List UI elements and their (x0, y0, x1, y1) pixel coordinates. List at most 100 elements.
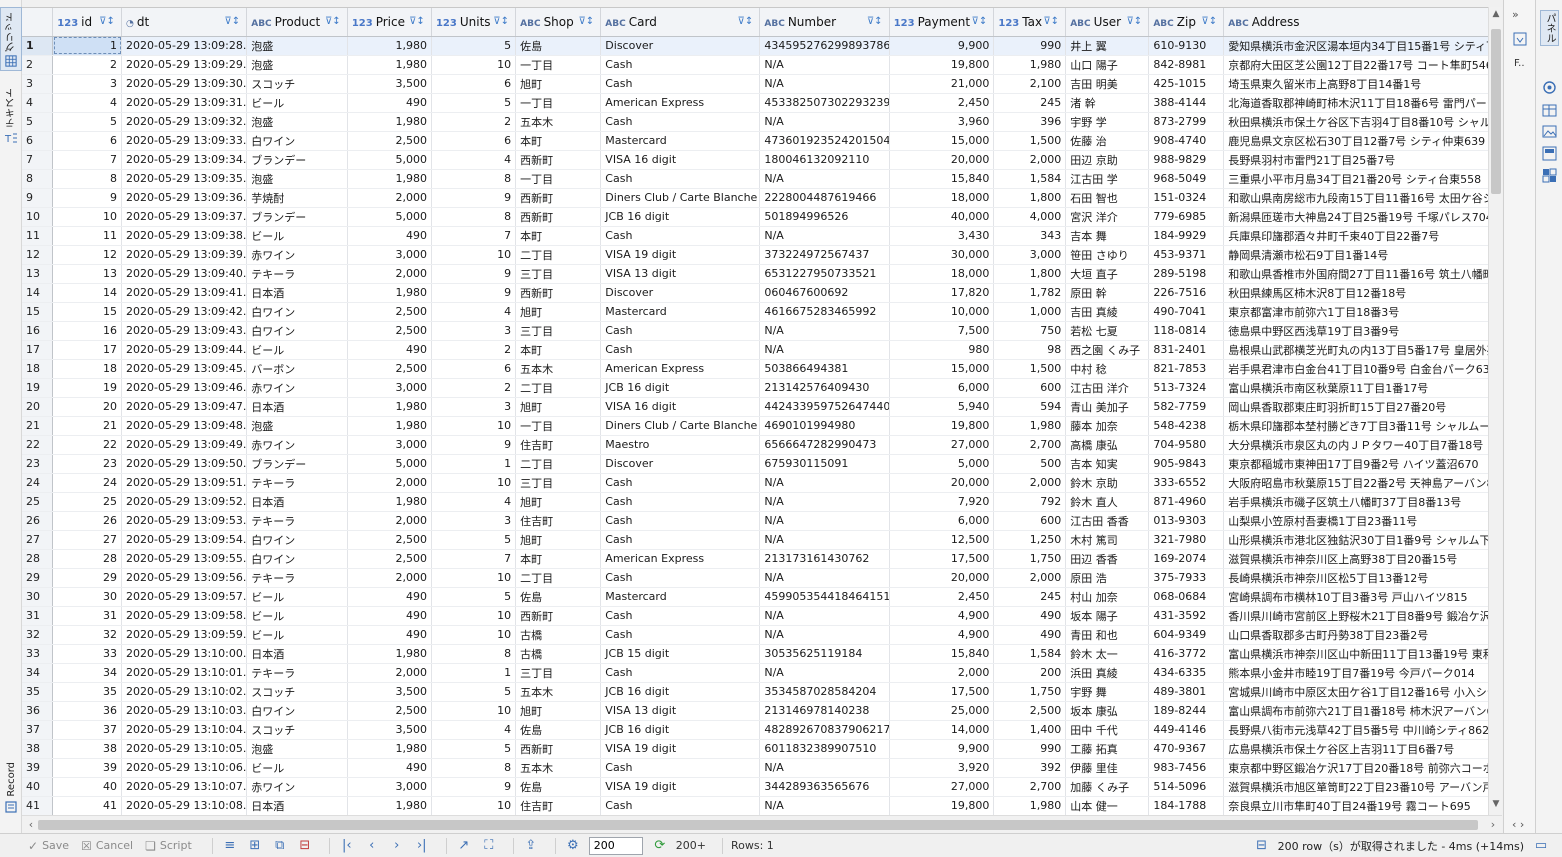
cell-address[interactable]: 徳島県中野区西浅草19丁目3番9号 (1223, 321, 1488, 341)
cell-tax[interactable]: 245 (993, 587, 1067, 607)
cell-product[interactable]: ビール (246, 606, 348, 626)
cell-units[interactable]: 9 (431, 435, 517, 455)
table-row[interactable]: 14 14 2020-05-29 13:09:41.0 日本酒 1,980 9 西新町 Dis… (22, 283, 1488, 303)
column-filter-sort-icon[interactable]: ⊽↕ (864, 14, 886, 30)
cell-shop[interactable]: 五本木 (515, 112, 602, 132)
cell-card[interactable]: American Express (600, 93, 761, 113)
row-number[interactable]: 39 (22, 758, 54, 778)
cell-card[interactable]: Cash (600, 568, 761, 588)
cell-units[interactable]: 10 (431, 625, 517, 645)
row-number[interactable]: 37 (22, 720, 54, 740)
cell-user[interactable]: 宮沢 洋介 (1065, 207, 1150, 227)
cell-tax[interactable]: 98 (993, 340, 1067, 360)
table-row[interactable]: 8 8 2020-05-29 13:09:35.0 泡盛 1,980 8 一丁目 Cash N/… (22, 169, 1488, 189)
cell-address[interactable]: 宮城県川崎市中原区太田ケ谷1丁目12番16号 小入シティ (1223, 682, 1488, 702)
cell-id[interactable]: 36 (52, 701, 123, 721)
cell-payment[interactable]: 20,000 (889, 473, 995, 493)
cell-id[interactable]: 30 (52, 587, 123, 607)
cell-shop[interactable]: 旭町 (515, 302, 602, 322)
column-filter-sort-icon[interactable]: ⊽↕ (968, 14, 990, 30)
cell-card[interactable]: Maestro (600, 435, 761, 455)
cell-dt[interactable]: 2020-05-29 13:09:45.0 (121, 359, 248, 379)
cell-tax[interactable]: 990 (993, 739, 1067, 759)
cell-zip[interactable]: 416-3772 (1148, 644, 1225, 664)
cell-units[interactable]: 10 (431, 245, 517, 265)
cell-number[interactable]: 213142576409430 (759, 378, 890, 398)
cell-number[interactable]: N/A (759, 112, 890, 132)
cell-address[interactable]: 滋賀県横浜市神奈川区上高野38丁目20番15号 (1223, 549, 1488, 569)
cell-id[interactable]: 29 (52, 568, 123, 588)
cell-price[interactable]: 2,000 (347, 188, 432, 208)
cell-address[interactable]: 東京都稲城市東神田17丁目9番2号 ハイツ蓋沼670 (1223, 454, 1488, 474)
column-filter-sort-icon[interactable]: ⊽↕ (406, 14, 428, 30)
cell-tax[interactable]: 490 (993, 606, 1067, 626)
row-number[interactable]: 23 (22, 454, 54, 474)
cell-address[interactable]: 秋田県横浜市保土ケ谷区下吉羽4丁目8番10号 シャルム (1223, 112, 1488, 132)
table-row[interactable]: 34 34 2020-05-29 13:10:01.0 テキーラ 2,000 1 三丁目 Ca… (22, 663, 1488, 683)
cell-address[interactable]: 東京都中野区鍛冶ケ沢17丁目20番18号 前弥六コーポ089 (1223, 758, 1488, 778)
cell-product[interactable]: ビール (246, 587, 348, 607)
cell-card[interactable]: Diners Club / Carte Blanche (600, 416, 761, 436)
cell-tax[interactable]: 1,250 (993, 530, 1067, 550)
scroll-down-icon[interactable]: ▼ (1489, 799, 1503, 813)
cell-card[interactable]: VISA 16 digit (600, 150, 761, 170)
cell-id[interactable]: 32 (52, 625, 123, 645)
cell-product[interactable]: 泡盛 (246, 169, 348, 189)
cell-user[interactable]: 石田 智也 (1065, 188, 1150, 208)
table-row[interactable]: 35 35 2020-05-29 13:10:02.0 スコッチ 3,500 5 五本木 JC… (22, 682, 1488, 702)
cell-zip[interactable]: 983-7456 (1148, 758, 1225, 778)
cell-product[interactable]: 白ワイン (246, 131, 348, 151)
cell-shop[interactable]: 三丁目 (515, 663, 602, 683)
cell-card[interactable]: Cash (600, 74, 761, 94)
cell-user[interactable]: 佐藤 治 (1065, 131, 1150, 151)
cell-units[interactable]: 6 (431, 74, 517, 94)
cell-price[interactable]: 490 (347, 226, 432, 246)
cell-card[interactable]: Cash (600, 606, 761, 626)
cell-price[interactable]: 1,980 (347, 397, 432, 417)
cell-zip[interactable]: 490-7041 (1148, 302, 1225, 322)
row-number[interactable]: 12 (22, 245, 54, 265)
cell-user[interactable]: 笹田 さゆり (1065, 245, 1150, 265)
cell-zip[interactable]: 068-0684 (1148, 587, 1225, 607)
table-row[interactable]: 3 3 2020-05-29 13:09:30.0 スコッチ 3,500 6 旭町 Cash N… (22, 74, 1488, 94)
column-header-user[interactable]: ABC User ⊽↕ (1065, 8, 1150, 37)
cell-payment[interactable]: 21,000 (889, 74, 995, 94)
cell-tax[interactable]: 2,000 (993, 568, 1067, 588)
cell-number[interactable]: N/A (759, 568, 890, 588)
column-header-payment[interactable]: 123 Payment ⊽↕ (889, 8, 995, 37)
table-row[interactable]: 1 1 2020-05-29 13:09:28.0 泡盛 1,980 5 佐島 Discove… (22, 36, 1488, 56)
cell-number[interactable]: N/A (759, 663, 890, 683)
cell-shop[interactable]: 五本木 (515, 359, 602, 379)
row-number[interactable]: 32 (22, 625, 54, 645)
cell-product[interactable]: 泡盛 (246, 112, 348, 132)
cell-units[interactable]: 4 (431, 720, 517, 740)
cell-dt[interactable]: 2020-05-29 13:09:57.0 (121, 587, 248, 607)
panel-toggle-icon[interactable]: ▭ (1532, 838, 1550, 854)
cell-units[interactable]: 7 (431, 549, 517, 569)
cell-price[interactable]: 2,500 (347, 321, 432, 341)
cell-user[interactable]: 工藤 拓真 (1065, 739, 1150, 759)
cell-product[interactable]: 芋焼酎 (246, 188, 348, 208)
cell-product[interactable]: 日本酒 (246, 796, 348, 815)
cell-payment[interactable]: 2,450 (889, 587, 995, 607)
row-number[interactable]: 21 (22, 416, 54, 436)
cell-user[interactable]: 原田 浩 (1065, 568, 1150, 588)
cell-price[interactable]: 3,500 (347, 682, 432, 702)
cell-user[interactable]: 井上 翼 (1065, 36, 1150, 56)
results-grid[interactable]: 123 id ⊽↕ ◔ dt ⊽↕ ABC Product ⊽↕ 123 Price ⊽↕ 123 Uni… (22, 7, 1488, 815)
cell-shop[interactable]: 本町 (515, 226, 602, 246)
cell-price[interactable]: 1,980 (347, 169, 432, 189)
cell-id[interactable]: 2 (52, 55, 123, 75)
cell-number[interactable]: N/A (759, 55, 890, 75)
first-page-icon[interactable]: |‹ (338, 838, 356, 854)
cell-tax[interactable]: 2,000 (993, 150, 1067, 170)
cell-product[interactable]: スコッチ (246, 720, 348, 740)
cell-shop[interactable]: 本町 (515, 131, 602, 151)
cell-dt[interactable]: 2020-05-29 13:09:34.0 (121, 150, 248, 170)
cell-units[interactable]: 5 (431, 530, 517, 550)
table-row[interactable]: 2 2 2020-05-29 13:09:29.0 泡盛 1,980 10 一丁目 Cash N… (22, 55, 1488, 75)
cell-tax[interactable]: 792 (993, 492, 1067, 512)
row-number[interactable]: 4 (22, 93, 54, 113)
table-row[interactable]: 10 10 2020-05-29 13:09:37.0 ブランデー 5,000 8 西新町 J… (22, 207, 1488, 227)
cell-number[interactable]: 4424339597526474403 (759, 397, 890, 417)
